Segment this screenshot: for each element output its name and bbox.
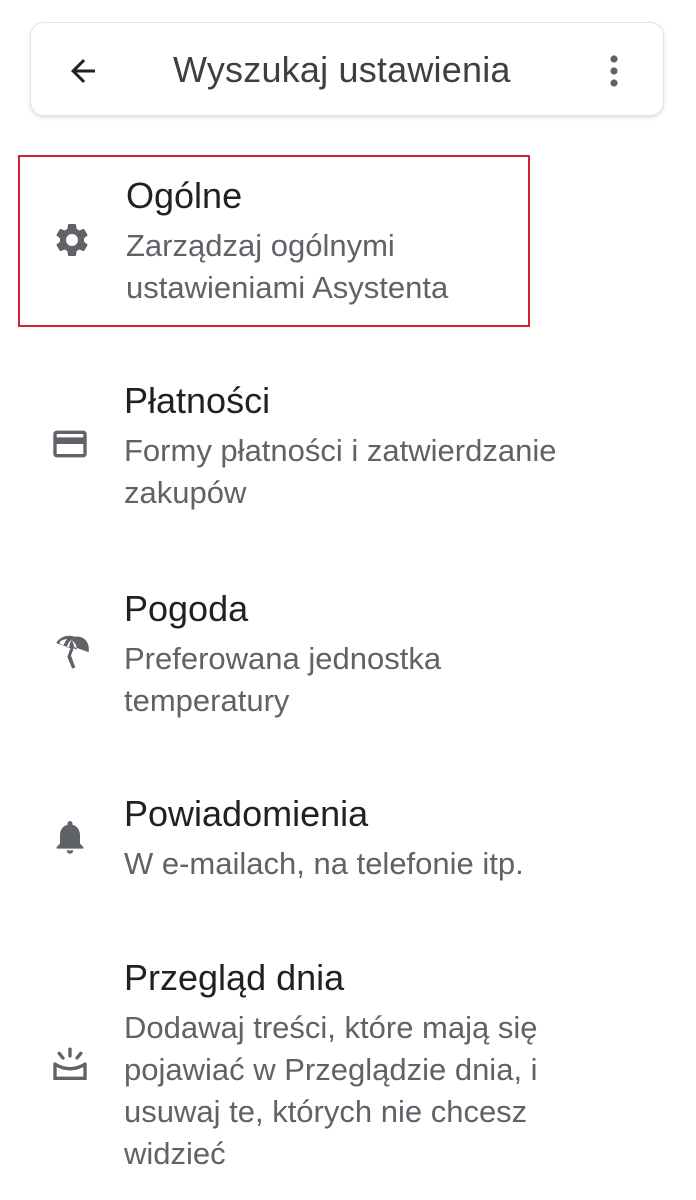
settings-item-general[interactable]: Ogólne Zarządzaj ogólnymi ustawieniami A… [18, 155, 530, 327]
more-vert-icon [610, 55, 618, 87]
settings-item-subtitle: Preferowana jednostka temperatury [124, 641, 442, 718]
settings-item-title: Przegląd dnia [124, 957, 345, 998]
settings-item-subtitle: Dodawaj treści, które mają się pojawiać … [124, 1010, 538, 1171]
gear-icon [56, 224, 88, 256]
settings-item-subtitle: Formy płatności i zatwierdzanie zakupów [124, 433, 557, 510]
credit-card-icon [53, 430, 87, 458]
arrow-back-icon [71, 59, 95, 83]
settings-item-subtitle: Zarządzaj ogólnymi ustawieniami Asystent… [126, 228, 449, 305]
search-bar[interactable]: Wyszukaj ustawienia [30, 22, 664, 116]
settings-item-title: Powiadomienia [124, 793, 369, 834]
bell-icon [56, 821, 84, 854]
back-button[interactable] [65, 53, 101, 89]
settings-item-title: Pogoda [124, 588, 249, 629]
more-options-button[interactable] [601, 51, 627, 91]
sunrise-icon [53, 1047, 87, 1080]
settings-item-title: Ogólne [126, 175, 243, 216]
settings-item-title: Płatności [124, 380, 271, 421]
settings-item-subtitle: W e-mailach, na telefonie itp. [124, 846, 524, 881]
search-input[interactable]: Wyszukaj ustawienia [173, 49, 511, 91]
umbrella-icon [56, 635, 89, 669]
